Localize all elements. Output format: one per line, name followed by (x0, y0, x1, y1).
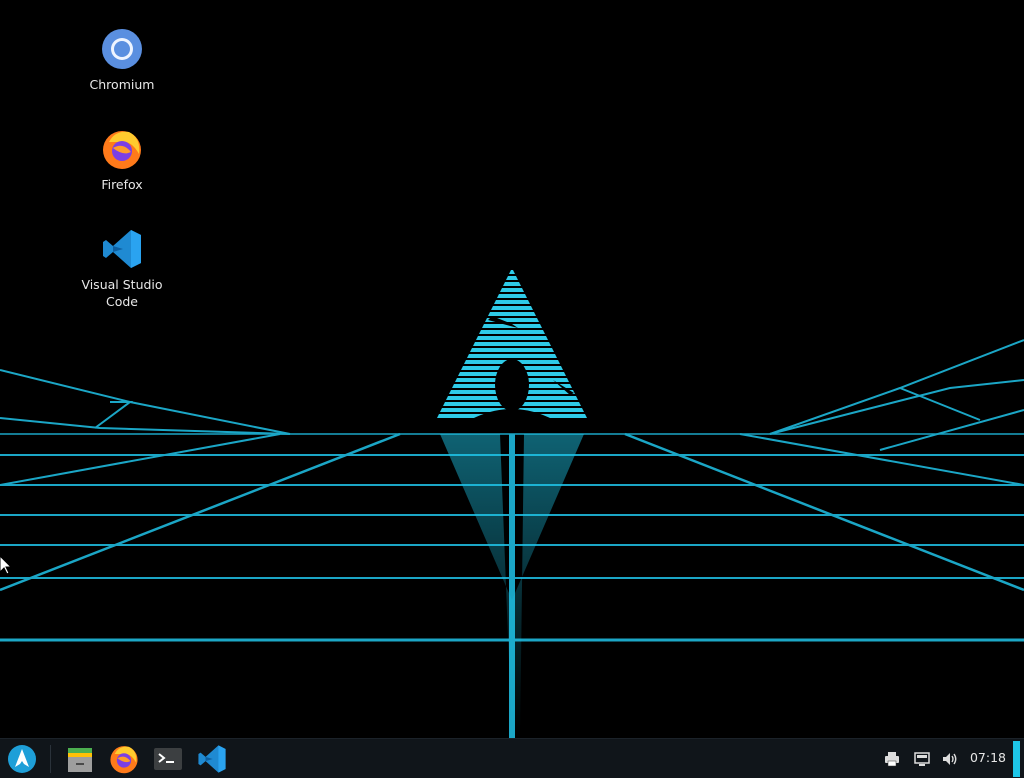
tray-network[interactable] (912, 749, 932, 769)
volume-icon (943, 753, 957, 765)
firefox-icon (103, 131, 141, 169)
desktop-icon-label: Firefox (101, 177, 143, 192)
taskbar-vscode[interactable] (196, 743, 228, 775)
tray-printer[interactable] (882, 749, 902, 769)
vscode-icon (198, 745, 226, 773)
desktop-icon-vscode[interactable]: Visual Studio Code (72, 228, 172, 310)
taskbar-separator (50, 745, 51, 773)
taskbar-terminal[interactable] (152, 743, 184, 775)
taskbar-firefox[interactable] (108, 743, 140, 775)
taskbar: 07:18 (0, 738, 1024, 778)
desktop[interactable]: Chromium Firefox Visual Studio Code (0, 0, 1024, 738)
desktop-icon-chromium[interactable]: Chromium (72, 28, 172, 93)
file-manager-icon (68, 748, 92, 772)
mouse-cursor-icon (0, 556, 12, 574)
vscode-icon (103, 230, 141, 268)
show-desktop-button[interactable] (1013, 741, 1020, 777)
chromium-icon (102, 29, 142, 69)
application-launcher-button[interactable] (6, 743, 38, 775)
terminal-icon (154, 748, 182, 770)
clock[interactable]: 07:18 (966, 750, 1010, 765)
arch-logo-icon (8, 745, 36, 773)
network-icon (914, 752, 930, 766)
desktop-icon-firefox[interactable]: Firefox (72, 128, 172, 193)
desktop-icon-label: Visual Studio Code (81, 277, 163, 309)
wallpaper (0, 268, 1024, 738)
tray-volume[interactable] (940, 749, 960, 769)
taskbar-file-manager[interactable] (64, 743, 96, 775)
desktop-icon-label: Chromium (89, 77, 155, 92)
printer-icon (885, 752, 899, 767)
firefox-icon (110, 746, 138, 774)
